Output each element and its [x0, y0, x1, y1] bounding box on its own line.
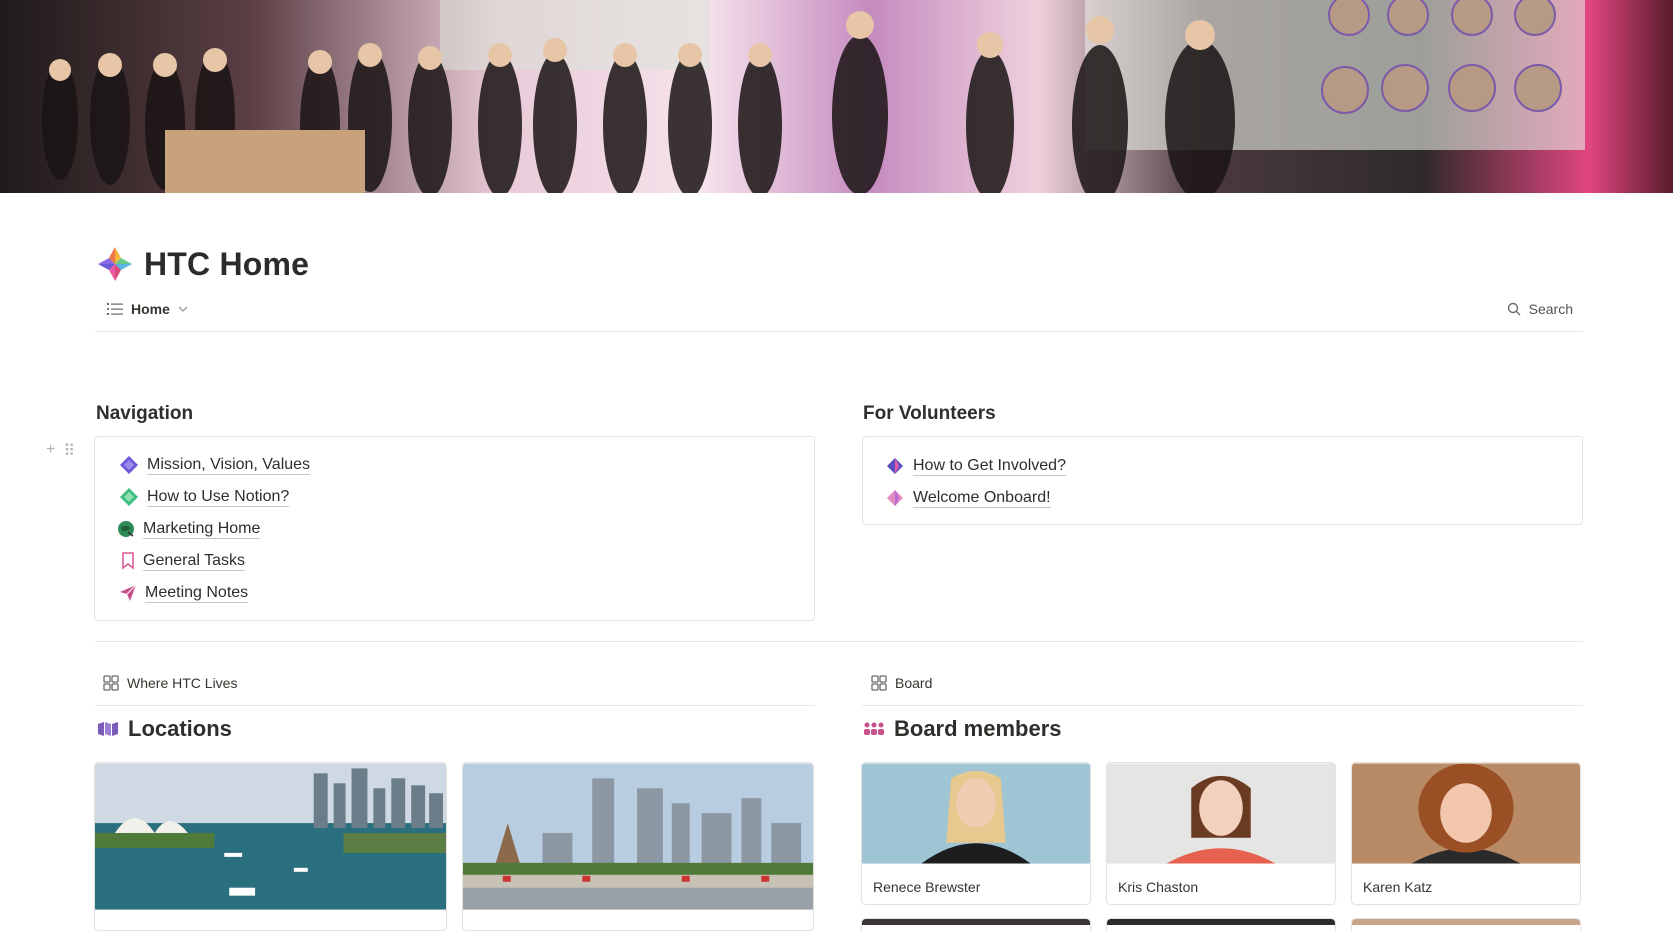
board-db-title[interactable]: Board members [863, 716, 1062, 742]
diamond-sparkle-icon [887, 490, 903, 506]
add-block-icon[interactable]: + [46, 441, 55, 461]
volunteers-box: How to Get Involved? Welcome Onboard! [862, 436, 1583, 525]
divider [95, 641, 1583, 642]
cover-image [0, 0, 1673, 193]
gallery-icon [103, 675, 119, 691]
people-icon [864, 722, 884, 735]
nav-link-mission[interactable]: Mission, Vision, Values [119, 455, 311, 475]
navigation-box: Mission, Vision, Values How to Use Notio… [94, 436, 815, 621]
board-member-card[interactable]: Renece Brewster [861, 762, 1091, 905]
diamond-sparkle-icon [120, 456, 138, 474]
map-icon [98, 722, 118, 736]
block-handle[interactable]: + ⠿ [46, 441, 75, 461]
board-member-card[interactable]: Karen Katz [1351, 762, 1581, 905]
board-member-card[interactable]: Kris Chaston [1106, 762, 1336, 905]
tab-board[interactable]: Board [871, 675, 932, 691]
paper-plane-icon [120, 584, 137, 601]
view-bar: Home Search [95, 297, 1583, 332]
diamond-sparkle-icon [887, 458, 903, 474]
diamond-sparkle-icon [120, 488, 138, 506]
board-member-card[interactable] [1351, 918, 1581, 931]
portrait-photo [1352, 763, 1580, 864]
location-card[interactable] [94, 762, 447, 931]
locations-db-title[interactable]: Locations [97, 716, 232, 742]
tab-underline [95, 705, 815, 706]
bookmark-icon [122, 552, 134, 570]
tab-where-htc-lives[interactable]: Where HTC Lives [103, 675, 237, 691]
board-member-name: Kris Chaston [1118, 879, 1199, 895]
search-label: Search [1528, 301, 1573, 317]
gallery-icon [871, 675, 887, 691]
search-icon [1507, 302, 1521, 316]
sydney-harbour-photo [95, 763, 446, 910]
page-title: HTC Home [144, 245, 310, 282]
tab-home[interactable]: Home [107, 301, 188, 317]
volunteers-heading: For Volunteers [863, 403, 996, 424]
globe-icon [118, 521, 134, 537]
nav-link-notion[interactable]: How to Use Notion? [119, 487, 290, 507]
chevron-down-icon[interactable] [178, 305, 188, 313]
page-header: HTC Home [96, 242, 309, 286]
navigation-heading: Navigation [96, 403, 194, 424]
search-button[interactable]: Search [1507, 301, 1573, 317]
board-member-name: Karen Katz [1363, 879, 1433, 895]
portrait-photo [862, 763, 1090, 864]
location-card[interactable] [462, 762, 814, 931]
board-member-card[interactable] [1106, 918, 1336, 931]
melbourne-city-photo [463, 763, 813, 910]
portrait-photo [1107, 763, 1335, 864]
board-member-card[interactable] [861, 918, 1091, 931]
nav-link-marketing[interactable]: Marketing Home [117, 519, 261, 539]
volunteer-link-welcome[interactable]: Welcome Onboard! [885, 488, 1051, 508]
volunteer-link-get-involved[interactable]: How to Get Involved? [885, 456, 1066, 476]
list-icon [107, 303, 123, 315]
tab-home-label: Home [131, 301, 170, 317]
nav-link-general-tasks[interactable]: General Tasks [121, 551, 245, 571]
diamond-sparkle-icon [98, 247, 132, 281]
nav-link-meeting-notes[interactable]: Meeting Notes [119, 583, 249, 603]
drag-handle-icon[interactable]: ⠿ [63, 441, 75, 461]
tab-underline [862, 705, 1583, 706]
board-member-name: Renece Brewster [873, 879, 981, 895]
